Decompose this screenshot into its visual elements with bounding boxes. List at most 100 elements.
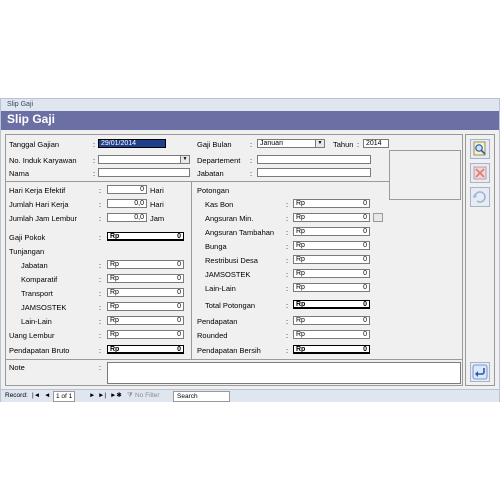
hari-kerja-efektif-field[interactable]: 0 xyxy=(107,185,147,194)
colon: : xyxy=(99,214,102,223)
form-header: Slip Gaji xyxy=(1,111,499,130)
form-title: Slip Gaji xyxy=(7,112,56,126)
currency-label: Rp xyxy=(296,284,305,291)
potongan-lain-lain-field[interactable]: Rp 0 xyxy=(293,283,370,292)
first-record-button[interactable]: |◄ xyxy=(32,390,40,401)
record-position-field[interactable]: 1 of 1 xyxy=(53,391,76,402)
jumlah-hari-kerja-label: Jumlah Hari Kerja xyxy=(9,200,69,209)
pendapatan-field[interactable]: Rp 0 xyxy=(293,316,370,325)
amount-value: 0 xyxy=(363,242,367,249)
last-record-button[interactable]: ►| xyxy=(98,390,106,401)
departement-label: Departement xyxy=(197,156,241,165)
total-potongan-field[interactable]: Rp 0 xyxy=(293,300,370,309)
currency-label: Rp xyxy=(296,200,305,207)
amount-value: 0 xyxy=(363,317,367,324)
chevron-down-icon[interactable]: ▼ xyxy=(315,140,324,147)
colon: : xyxy=(99,289,102,298)
previous-record-button[interactable]: ◄ xyxy=(44,390,50,401)
tanggal-gajian-field[interactable]: 29/01/2014 xyxy=(98,139,166,148)
nama-label: Nama xyxy=(9,169,30,178)
search-box[interactable]: Search xyxy=(173,391,230,402)
refresh-icon xyxy=(473,191,486,203)
currency-label: Rp xyxy=(296,228,305,235)
record-navigation-bar: Record: |◄ ◄ 1 of 1 ► ►| ►✱ ⧩ No Filter … xyxy=(1,389,499,402)
colon: : xyxy=(250,140,253,149)
colon: : xyxy=(93,169,96,178)
angsuran-tambahan-field[interactable]: Rp 0 xyxy=(293,227,370,236)
next-record-button[interactable]: ► xyxy=(89,390,95,401)
divider xyxy=(5,359,463,360)
departement-field[interactable] xyxy=(257,155,371,164)
jumlah-hari-kerja-field[interactable]: 0,0 xyxy=(107,199,147,208)
colon: : xyxy=(99,346,102,355)
back-button[interactable] xyxy=(470,362,490,382)
delete-button[interactable] xyxy=(470,163,490,183)
amount-value: 0 xyxy=(363,346,367,353)
uang-lembur-label: Uang Lembur xyxy=(9,331,55,340)
delete-icon xyxy=(473,166,487,180)
amount-value: 0 xyxy=(363,284,367,291)
tunjangan-jamsostek-field[interactable]: Rp 0 xyxy=(107,302,184,311)
tunjangan-lain-lain-field[interactable]: Rp 0 xyxy=(107,316,184,325)
no-induk-select[interactable]: ▼ xyxy=(98,155,190,164)
angsuran-min-field[interactable]: Rp 0 xyxy=(293,213,370,222)
new-record-button[interactable]: ►✱ xyxy=(110,390,122,401)
potongan-jamsostek-field[interactable]: Rp 0 xyxy=(293,269,370,278)
colon: : xyxy=(99,363,102,372)
colon: : xyxy=(250,156,253,165)
amount-value: 0 xyxy=(177,303,181,310)
divider xyxy=(191,182,192,359)
restribusi-desa-field[interactable]: Rp 0 xyxy=(293,255,370,264)
colon: : xyxy=(99,186,102,195)
pendapatan-bruto-field[interactable]: Rp 0 xyxy=(107,345,184,354)
potongan-jamsostek-label: JAMSOSTEK xyxy=(205,270,251,279)
colon: : xyxy=(286,346,289,355)
colon: : xyxy=(99,275,102,284)
filter-icon: ⧩ xyxy=(127,392,133,399)
search-button[interactable] xyxy=(470,139,490,159)
uang-lembur-field[interactable]: Rp 0 xyxy=(107,330,184,339)
colon: : xyxy=(250,169,253,178)
colon: : xyxy=(286,200,289,209)
amount-value: 0 xyxy=(363,301,367,308)
colon: : xyxy=(286,301,289,310)
jumlah-jam-lembur-field[interactable]: 0,0 xyxy=(107,213,147,222)
tunjangan-jamsostek-label: JAMSOSTEK xyxy=(21,303,67,312)
bunga-field[interactable]: Rp 0 xyxy=(293,241,370,250)
no-filter-button[interactable]: No Filter xyxy=(135,390,160,401)
tunjangan-jabatan-field[interactable]: Rp 0 xyxy=(107,260,184,269)
window-tab-title: Slip Gaji xyxy=(7,101,34,108)
kas-bon-field[interactable]: Rp 0 xyxy=(293,199,370,208)
record-label: Record: xyxy=(5,392,28,399)
pendapatan-bersih-field[interactable]: Rp 0 xyxy=(293,345,370,354)
window-tab[interactable]: Slip Gaji xyxy=(1,99,499,111)
amount-value: 0 xyxy=(177,233,181,240)
note-field[interactable] xyxy=(107,362,461,384)
gaji-pokok-field[interactable]: Rp 0 xyxy=(107,232,184,241)
tahun-field[interactable]: 2014 xyxy=(363,139,389,148)
jabatan-field[interactable] xyxy=(257,168,371,177)
tunjangan-transport-field[interactable]: Rp 0 xyxy=(107,288,184,297)
colon: : xyxy=(286,214,289,223)
colon: : xyxy=(93,140,96,149)
tunjangan-label: Tunjangan xyxy=(9,247,45,256)
refresh-button[interactable] xyxy=(470,187,490,207)
colon: : xyxy=(286,331,289,340)
nama-field[interactable] xyxy=(98,168,190,177)
currency-label: Rp xyxy=(296,214,305,221)
hari-unit-label: Hari xyxy=(150,200,164,209)
chevron-down-icon[interactable]: ▼ xyxy=(180,156,189,163)
gaji-bulan-select[interactable]: Januari ▼ xyxy=(257,139,325,148)
tunjangan-komparatif-field[interactable]: Rp 0 xyxy=(107,274,184,283)
amount-value: 0 xyxy=(363,270,367,277)
angsuran-detail-button[interactable] xyxy=(373,213,383,222)
currency-label: Rp xyxy=(110,289,119,296)
rounded-field[interactable]: Rp 0 xyxy=(293,330,370,339)
amount-value: 0 xyxy=(177,275,181,282)
currency-label: Rp xyxy=(110,233,120,240)
amount-value: 0 xyxy=(363,228,367,235)
currency-label: Rp xyxy=(296,331,305,338)
angsuran-tambahan-label: Angsuran Tambahan xyxy=(205,228,275,237)
currency-label: Rp xyxy=(296,256,305,263)
gaji-pokok-label: Gaji Pokok xyxy=(9,233,46,242)
